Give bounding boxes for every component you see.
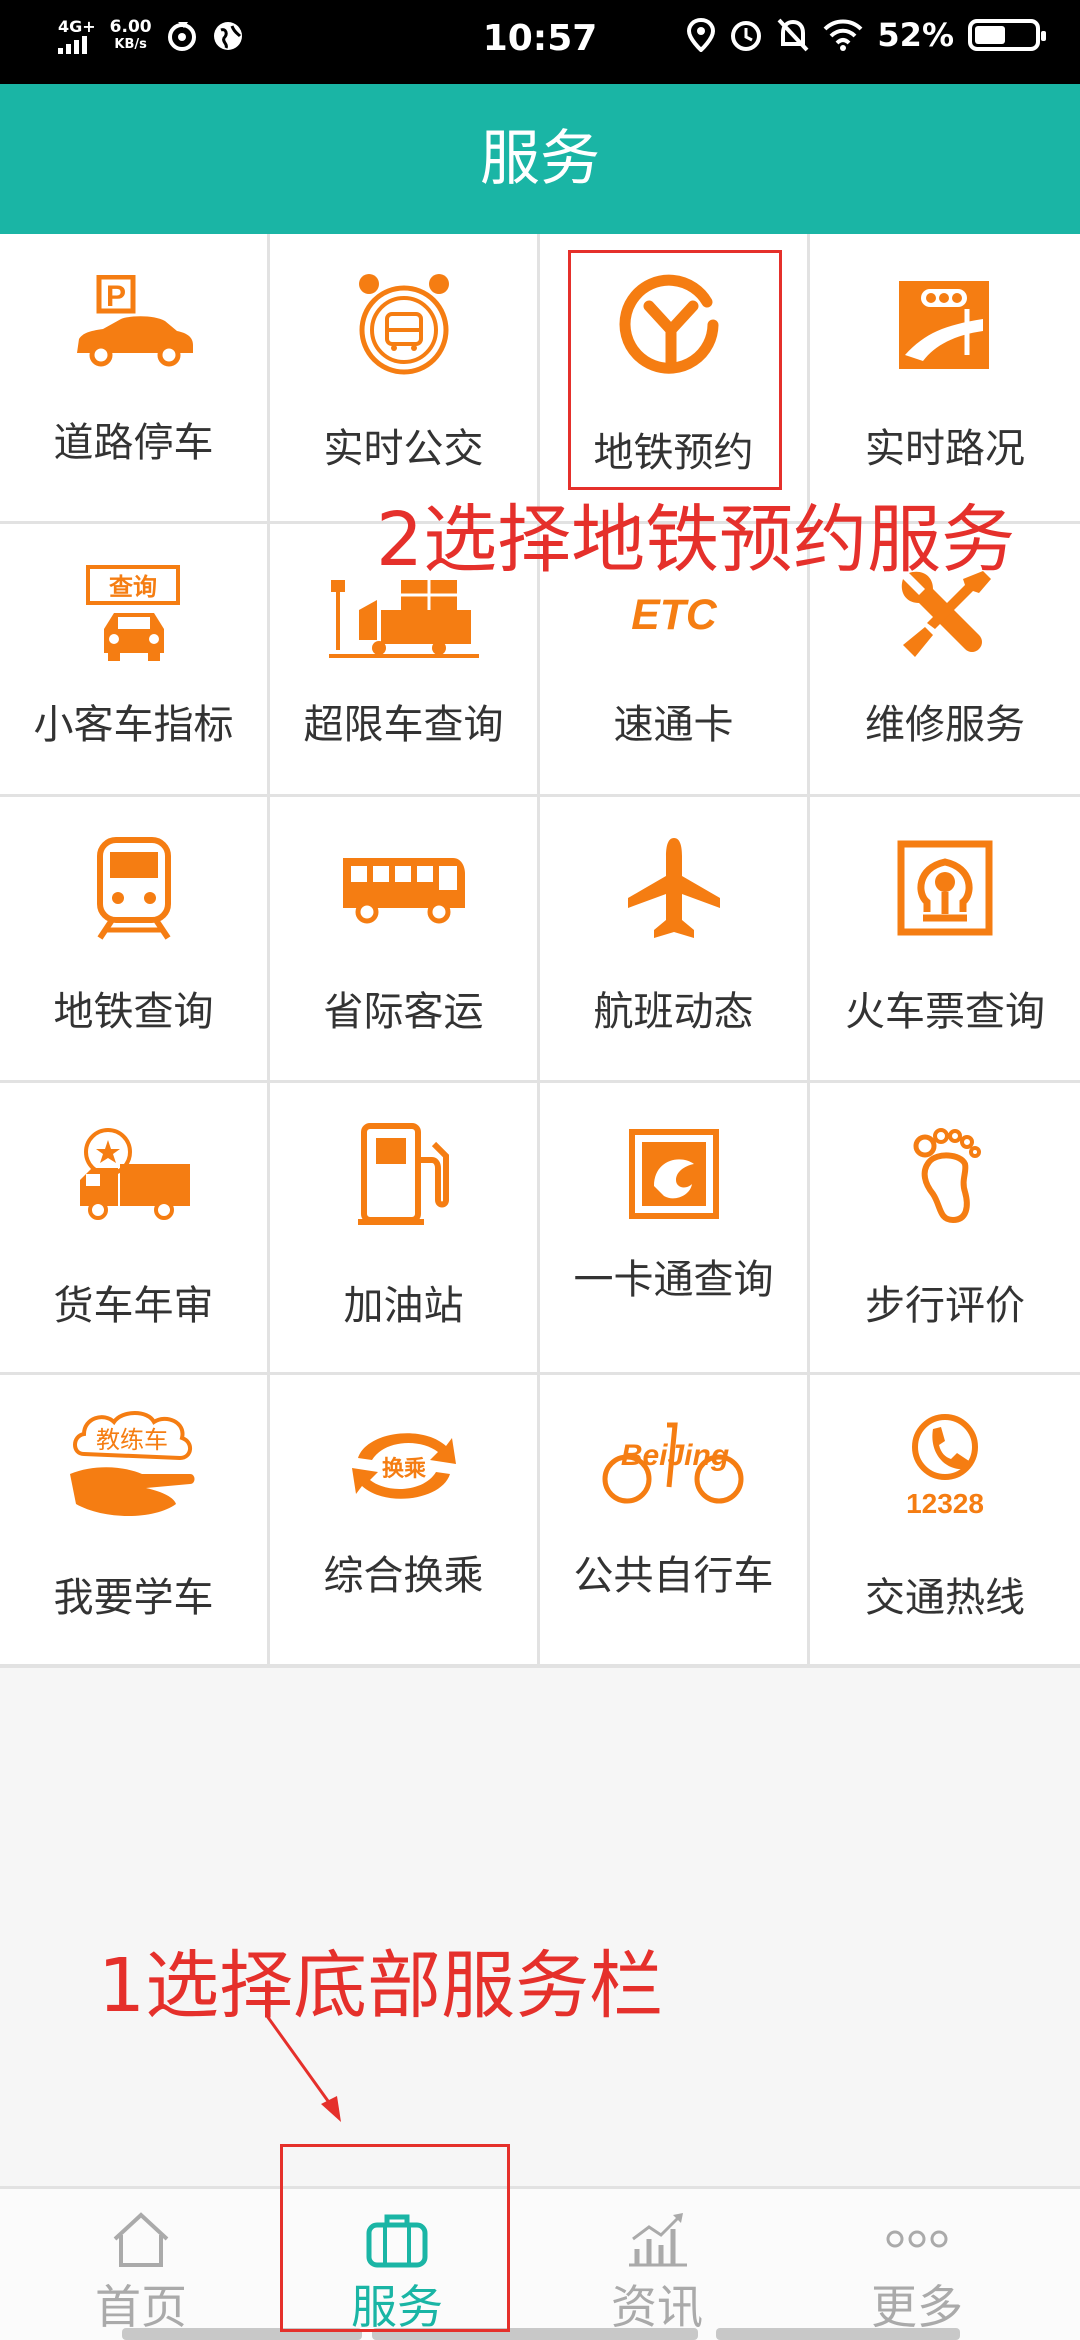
service-label: 综合换乘 bbox=[323, 1553, 484, 1599]
train-icon bbox=[69, 833, 199, 943]
mute-bell-icon bbox=[777, 18, 809, 52]
service-walking-review[interactable]: 步行评价 bbox=[810, 1083, 1080, 1372]
badge-text: 12328 bbox=[906, 1488, 984, 1519]
service-label: 实时路况 bbox=[865, 426, 1025, 472]
service-realtime-bus[interactable]: 实时公交 bbox=[270, 234, 540, 521]
driving-school-icon: 教练车 bbox=[64, 1411, 204, 1521]
traffic-light-icon bbox=[880, 270, 1010, 380]
nav-news[interactable]: 资讯 bbox=[522, 2189, 792, 2340]
card-icon bbox=[609, 1119, 739, 1229]
badge-text: 换乘 bbox=[381, 1456, 425, 1482]
home-icon bbox=[113, 2212, 169, 2267]
service-label: 小客车指标 bbox=[33, 702, 234, 748]
badge-text: 查询 bbox=[109, 573, 157, 601]
service-label: 公共自行车 bbox=[573, 1553, 774, 1599]
service-road-parking[interactable]: P 道路停车 bbox=[0, 234, 270, 521]
service-label: 速通卡 bbox=[613, 702, 734, 748]
service-label: 省际客运 bbox=[323, 989, 484, 1035]
footprint-icon bbox=[880, 1119, 1010, 1229]
nav-home[interactable]: 首页 bbox=[6, 2189, 276, 2340]
service-label: 航班动态 bbox=[593, 989, 754, 1035]
service-label: 道路停车 bbox=[53, 420, 214, 466]
service-realtime-traffic[interactable]: 实时路况 bbox=[810, 234, 1080, 521]
service-row: 货车年审 加油站 一卡通查询 步行评价 bbox=[0, 1083, 1080, 1375]
parking-car-icon: P bbox=[69, 270, 199, 380]
transfer-icon: 换乘 bbox=[339, 1411, 469, 1521]
alarm-icon bbox=[731, 21, 762, 51]
badge-text: 教练车 bbox=[96, 1426, 168, 1454]
service-traffic-hotline[interactable]: 12328 交通热线 bbox=[810, 1375, 1080, 1664]
service-label: 我要学车 bbox=[53, 1575, 214, 1621]
service-row: 地铁查询 省际客运 航班动态 火车票查询 bbox=[0, 797, 1080, 1083]
service-label: 实时公交 bbox=[323, 426, 484, 472]
service-truck-inspection[interactable]: 货车年审 bbox=[0, 1083, 270, 1372]
location-icon bbox=[687, 18, 716, 52]
service-label: 地铁查询 bbox=[53, 989, 214, 1035]
service-label: 加油站 bbox=[343, 1283, 464, 1329]
railway-logo-icon bbox=[880, 833, 1010, 943]
service-car-quota[interactable]: 查询 小客车指标 bbox=[0, 524, 270, 794]
coach-bus-icon bbox=[339, 833, 469, 943]
home-indicator bbox=[716, 2328, 960, 2340]
nav-more[interactable]: 更多 bbox=[782, 2189, 1052, 2340]
hotline-icon: 12328 bbox=[880, 1411, 1010, 1521]
service-label: 维修服务 bbox=[865, 702, 1025, 748]
service-train-ticket[interactable]: 火车票查询 bbox=[810, 797, 1080, 1080]
annotation-step1: 1选择底部服务栏 bbox=[98, 1943, 664, 2029]
service-label: 一卡通查询 bbox=[573, 1257, 774, 1303]
wifi-icon bbox=[823, 19, 863, 51]
beijing-bike-icon: BeiJing bbox=[599, 1411, 749, 1521]
page-title: 服务 bbox=[0, 84, 1080, 234]
bottom-nav: 首页 服务 资讯 更多 bbox=[0, 2186, 1080, 2340]
car-query-icon: 查询 bbox=[69, 560, 199, 670]
service-public-bike[interactable]: BeiJing 公共自行车 bbox=[540, 1375, 810, 1664]
airplane-icon bbox=[609, 833, 739, 943]
chart-icon bbox=[629, 2213, 687, 2267]
service-label: 交通热线 bbox=[865, 1575, 1025, 1621]
more-dots-icon bbox=[886, 2230, 948, 2248]
svg-text:P: P bbox=[105, 280, 125, 313]
annotation-box-subway bbox=[568, 250, 782, 490]
alarm-bus-icon bbox=[339, 270, 469, 380]
service-label: 超限车查询 bbox=[303, 702, 504, 748]
service-row: 教练车 我要学车 换乘 综合换乘 BeiJing 公共自行车 12328 交通热… bbox=[0, 1375, 1080, 1664]
service-transfer[interactable]: 换乘 综合换乘 bbox=[270, 1375, 540, 1664]
truck-inspection-icon bbox=[69, 1119, 199, 1229]
service-label: 火车票查询 bbox=[845, 989, 1045, 1035]
battery-percent: 52% bbox=[877, 16, 954, 54]
service-flight-status[interactable]: 航班动态 bbox=[540, 797, 810, 1080]
annotation-box-service-tab bbox=[280, 2144, 510, 2332]
service-label: 步行评价 bbox=[865, 1283, 1025, 1329]
service-driving-school[interactable]: 教练车 我要学车 bbox=[0, 1375, 270, 1664]
annotation-arrow bbox=[265, 2015, 341, 2122]
annotation-step2: 2选择地铁预约服务 bbox=[376, 497, 1016, 583]
service-intercity-coach[interactable]: 省际客运 bbox=[270, 797, 540, 1080]
service-label: 货车年审 bbox=[53, 1283, 214, 1329]
service-gas-station[interactable]: 加油站 bbox=[270, 1083, 540, 1372]
service-subway-query[interactable]: 地铁查询 bbox=[0, 797, 270, 1080]
badge-text: ETC bbox=[631, 591, 718, 639]
service-card-query[interactable]: 一卡通查询 bbox=[540, 1083, 810, 1372]
service-grid: P 道路停车 实时公交 地铁预约 实时路况 查询 小客车指标 超限车查询 ETC… bbox=[0, 234, 1080, 1668]
battery-icon bbox=[968, 19, 1046, 51]
fuel-pump-icon bbox=[339, 1119, 469, 1229]
status-bar: 4G+ 6.00 KB/s 10:57 52% bbox=[0, 0, 1080, 84]
